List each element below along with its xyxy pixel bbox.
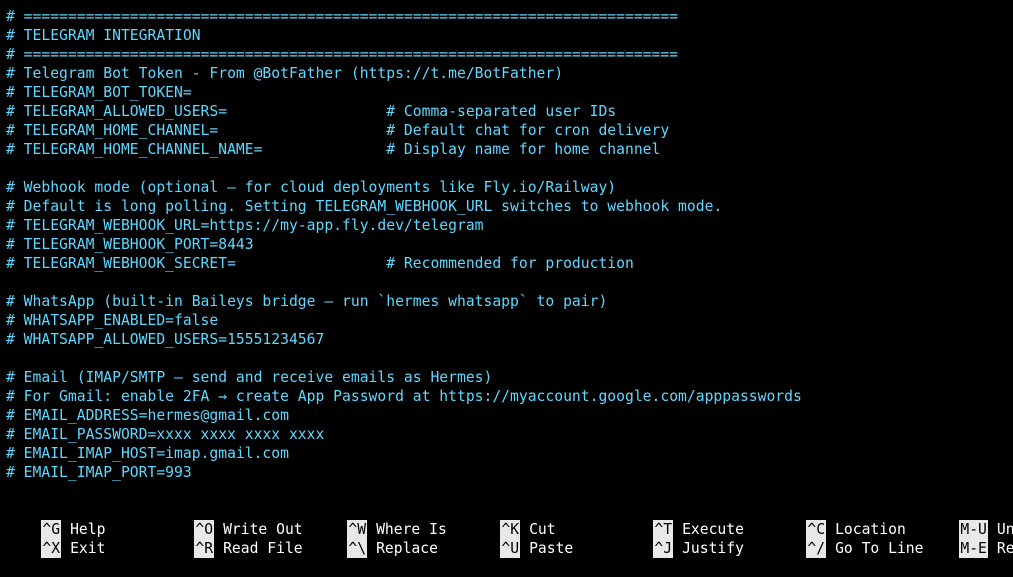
- text-line: # Default is long polling. Setting TELEG…: [6, 198, 723, 215]
- text-line: # TELEGRAM INTEGRATION: [6, 27, 201, 44]
- shortcut-label: Replace: [376, 540, 438, 557]
- shortcut-label: Justify: [682, 540, 744, 557]
- shortcut-key: ^/: [806, 539, 827, 558]
- shortcut-justify[interactable]: ^J Justify: [618, 520, 744, 558]
- text-line: # Webhook mode (optional — for cloud dep…: [6, 179, 617, 196]
- text-line: [6, 273, 1006, 292]
- text-line: # TELEGRAM_HOME_CHANNEL_NAME= # Display …: [6, 141, 661, 158]
- shortcut-key: ^R: [194, 539, 215, 558]
- shortcut-where-is[interactable]: ^W Where Is: [312, 501, 447, 539]
- shortcut-cut[interactable]: ^K Cut: [465, 501, 556, 539]
- text-line: # TELEGRAM_WEBHOOK_URL=https://my-app.fl…: [6, 217, 484, 234]
- shortcut-label: Redo: [996, 540, 1013, 557]
- text-line: # TELEGRAM_HOME_CHANNEL= # Default chat …: [6, 122, 670, 139]
- text-line: [6, 349, 1006, 368]
- text-line: # ======================================…: [6, 46, 679, 63]
- shortcut-write-out[interactable]: ^O Write Out: [159, 501, 303, 539]
- shortcut-key: ^\: [347, 539, 368, 558]
- shortcut-key: M-E: [959, 539, 988, 558]
- editor-text-area[interactable]: # ======================================…: [6, 7, 1006, 482]
- text-line: # WHATSAPP_ALLOWED_USERS=15551234567: [6, 331, 325, 348]
- text-line: # WhatsApp (built-in Baileys bridge — ru…: [6, 293, 608, 310]
- shortcut-paste[interactable]: ^U Paste: [465, 520, 573, 558]
- shortcut-go-to-line[interactable]: ^/ Go To Line: [771, 520, 924, 558]
- text-line: # ======================================…: [6, 8, 679, 25]
- text-line: # EMAIL_IMAP_HOST=imap.gmail.com: [6, 445, 289, 462]
- shortcut-replace[interactable]: ^\ Replace: [312, 520, 438, 558]
- shortcut-bar: ^G Help ^O Write Out ^W Where Is ^K Cut ^T Ex…: [0, 501, 1013, 558]
- shortcut-label: Go To Line: [835, 540, 924, 557]
- shortcut-undo[interactable]: M-UUndo: [924, 501, 1013, 539]
- shortcut-help[interactable]: ^G Help: [6, 501, 105, 539]
- shortcut-execute[interactable]: ^T Execute: [618, 501, 744, 539]
- text-line: [6, 159, 1006, 178]
- text-line: # EMAIL_IMAP_PORT=993: [6, 464, 192, 481]
- shortcut-key: ^X: [41, 539, 62, 558]
- text-line: # TELEGRAM_BOT_TOKEN=: [6, 84, 192, 101]
- text-line: # WHATSAPP_ENABLED=false: [6, 312, 219, 329]
- shortcut-read-file[interactable]: ^R Read File: [159, 520, 303, 558]
- shortcut-redo[interactable]: M-E Redo: [924, 520, 1013, 558]
- shortcut-label: Read File: [223, 540, 303, 557]
- text-line: # TELEGRAM_WEBHOOK_SECRET= # Recommended…: [6, 255, 634, 272]
- shortcut-label: Paste: [529, 540, 574, 557]
- shortcut-key: ^J: [653, 539, 674, 558]
- shortcut-location[interactable]: ^C Location: [771, 501, 906, 539]
- text-line: # EMAIL_ADDRESS=hermes@gmail.com: [6, 407, 289, 424]
- text-line: # For Gmail: enable 2FA → create App Pas…: [6, 388, 802, 405]
- shortcut-exit[interactable]: ^X Exit: [6, 520, 105, 558]
- text-line: # Telegram Bot Token - From @BotFather (…: [6, 65, 564, 82]
- text-line: # EMAIL_PASSWORD=xxxx xxxx xxxx xxxx: [6, 426, 325, 443]
- shortcut-key: ^U: [500, 539, 521, 558]
- text-line: # TELEGRAM_WEBHOOK_PORT=8443: [6, 236, 254, 253]
- text-line: # TELEGRAM_ALLOWED_USERS= # Comma-separa…: [6, 103, 617, 120]
- shortcut-label: Exit: [70, 540, 106, 557]
- text-line: # Email (IMAP/SMTP — send and receive em…: [6, 369, 493, 386]
